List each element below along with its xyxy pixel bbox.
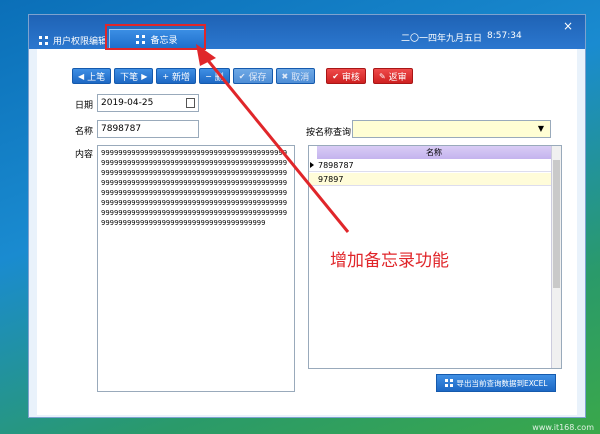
arrow-line bbox=[204, 57, 350, 233]
annotation-arrow bbox=[196, 44, 350, 233]
annotation-text: 增加备忘录功能 bbox=[330, 251, 449, 271]
watermark: www.it168.com bbox=[532, 423, 594, 432]
arrow-head bbox=[196, 44, 216, 66]
